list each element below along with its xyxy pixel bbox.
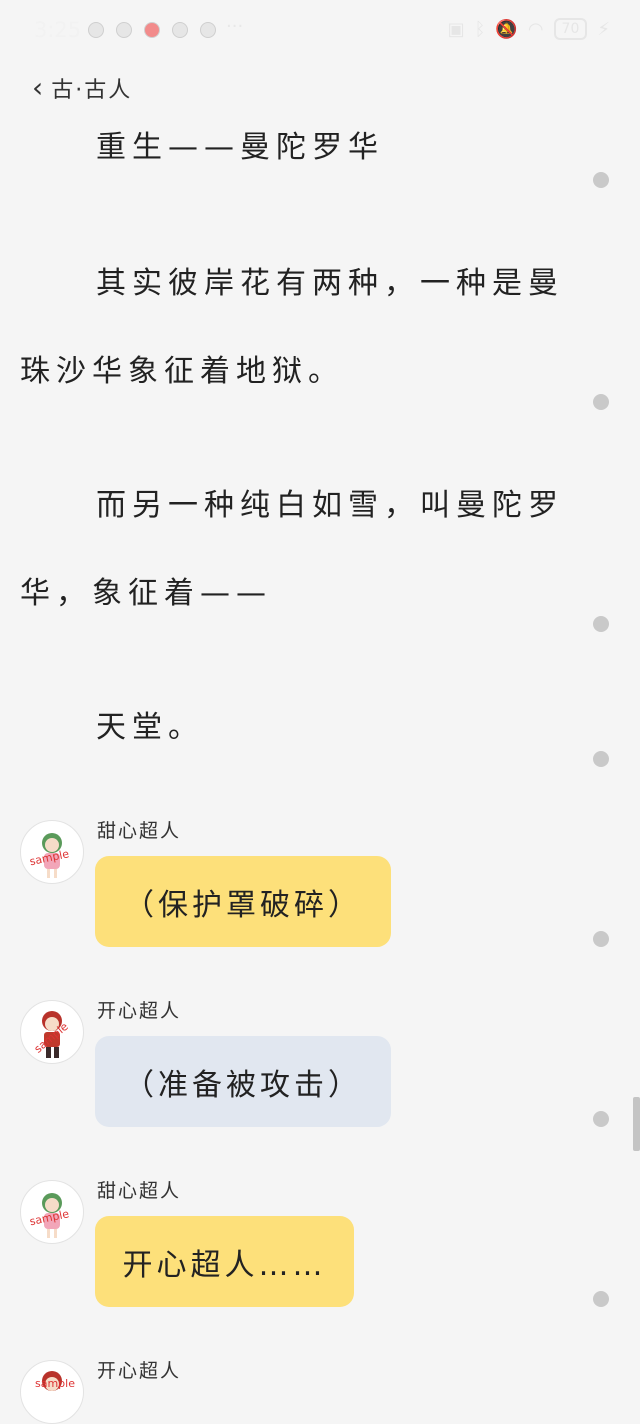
nfc-icon: ▣ <box>447 18 465 40</box>
page-title: 古·古人 <box>51 78 133 103</box>
scrollbar[interactable] <box>633 1097 640 1151</box>
avatar-tianxin[interactable]: sample <box>20 820 84 884</box>
story-paragraph: 重生——曼陀罗华 <box>20 104 590 192</box>
bluetooth-icon: ᛒ <box>474 18 486 40</box>
message-bubble[interactable]: （准备被攻击） <box>95 1036 391 1127</box>
sender-name: 开心超人 <box>97 1000 182 1022</box>
app-notification-icon <box>144 22 160 38</box>
story-line: 天堂。 <box>96 710 204 745</box>
paragraph-marker-icon[interactable] <box>593 616 609 632</box>
avatar-tianxin[interactable]: sample <box>20 1180 84 1244</box>
story-line: 而另一种纯白如雪，叫曼陀罗 <box>96 488 564 523</box>
sender-name: 甜心超人 <box>97 1180 182 1202</box>
story-line: 珠沙华象征着地狱。 <box>20 354 344 389</box>
message-text: （准备被攻击） <box>124 1067 362 1103</box>
battery-icon: 70 <box>553 18 588 40</box>
paragraph-marker-icon[interactable] <box>593 394 609 410</box>
app-notification-icon <box>88 22 104 38</box>
wifi-icon: ◠ <box>527 18 544 40</box>
avatar-kaixin[interactable]: sample <box>20 1360 84 1424</box>
message-bubble[interactable]: （保护罩破碎） <box>95 856 391 947</box>
paragraph-marker-icon[interactable] <box>593 751 609 767</box>
message-bubble[interactable]: 开心超人…… <box>95 1216 354 1307</box>
message-text: 开心超人…… <box>122 1247 327 1283</box>
story-paragraph: 而另一种纯白如雪，叫曼陀罗 华，象征着—— <box>20 462 590 638</box>
story-paragraph: 天堂。 <box>20 684 590 772</box>
app-notification-icon <box>172 22 188 38</box>
app-notification-icon <box>200 22 216 38</box>
story-line: 华，象征着—— <box>20 576 272 611</box>
story-line: 其实彼岸花有两种，一种是曼 <box>96 266 564 301</box>
notification-icons <box>88 22 216 38</box>
system-icons: ▣ ᛒ 🔕 ◠ 70 ⚡ <box>448 18 610 40</box>
paragraph-marker-icon[interactable] <box>593 1291 609 1307</box>
header: ‹ 古·古人 <box>32 72 132 104</box>
story-line: 重生——曼陀罗华 <box>96 130 384 165</box>
mute-icon: 🔕 <box>495 18 518 40</box>
more-notifications-icon: ··· <box>226 16 244 37</box>
status-bar: 3:25 ··· ▣ ᛒ 🔕 ◠ 70 ⚡ <box>0 0 640 62</box>
paragraph-marker-icon[interactable] <box>593 931 609 947</box>
story-paragraph: 其实彼岸花有两种，一种是曼 珠沙华象征着地狱。 <box>20 240 590 416</box>
sender-name: 开心超人 <box>97 1360 182 1382</box>
back-chevron-icon[interactable]: ‹ <box>32 74 43 102</box>
paragraph-marker-icon[interactable] <box>593 172 609 188</box>
paragraph-marker-icon[interactable] <box>593 1111 609 1127</box>
sender-name: 甜心超人 <box>97 820 182 842</box>
avatar-kaixin[interactable]: sample <box>20 1000 84 1064</box>
message-text: （保护罩破碎） <box>124 887 362 923</box>
status-time: 3:25 <box>34 18 82 42</box>
charging-icon: ⚡ <box>597 18 610 40</box>
app-notification-icon <box>116 22 132 38</box>
svg-text:sample: sample <box>35 1377 75 1390</box>
